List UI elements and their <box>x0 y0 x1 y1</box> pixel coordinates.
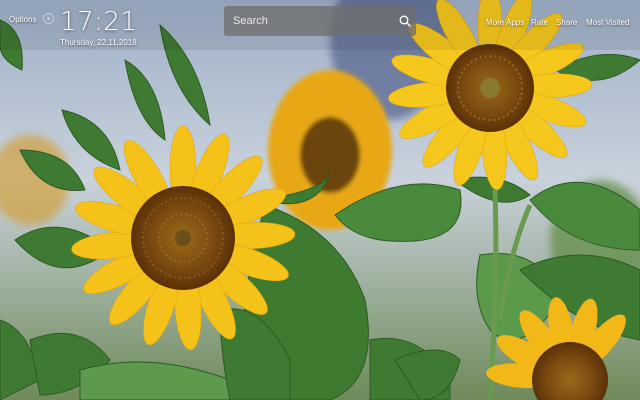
search-icon[interactable] <box>399 15 411 27</box>
search-bar <box>224 6 416 36</box>
search-input[interactable] <box>224 6 403 36</box>
rate-link[interactable]: Rate <box>531 18 548 27</box>
share-link[interactable]: Share <box>556 18 577 27</box>
sunflower-wallpaper <box>0 0 640 400</box>
top-bar: Options 17:21 Thursday, 22.11.2018 More … <box>0 0 640 47</box>
most-visited-link[interactable]: Most Visited <box>586 18 629 27</box>
clock-time: 17:21 <box>60 7 138 37</box>
gear-icon[interactable] <box>43 13 54 24</box>
options-link[interactable]: Options <box>9 15 37 24</box>
more-apps-link[interactable]: More Apps <box>486 18 524 27</box>
clock-date: Thursday, 22.11.2018 <box>60 38 137 47</box>
